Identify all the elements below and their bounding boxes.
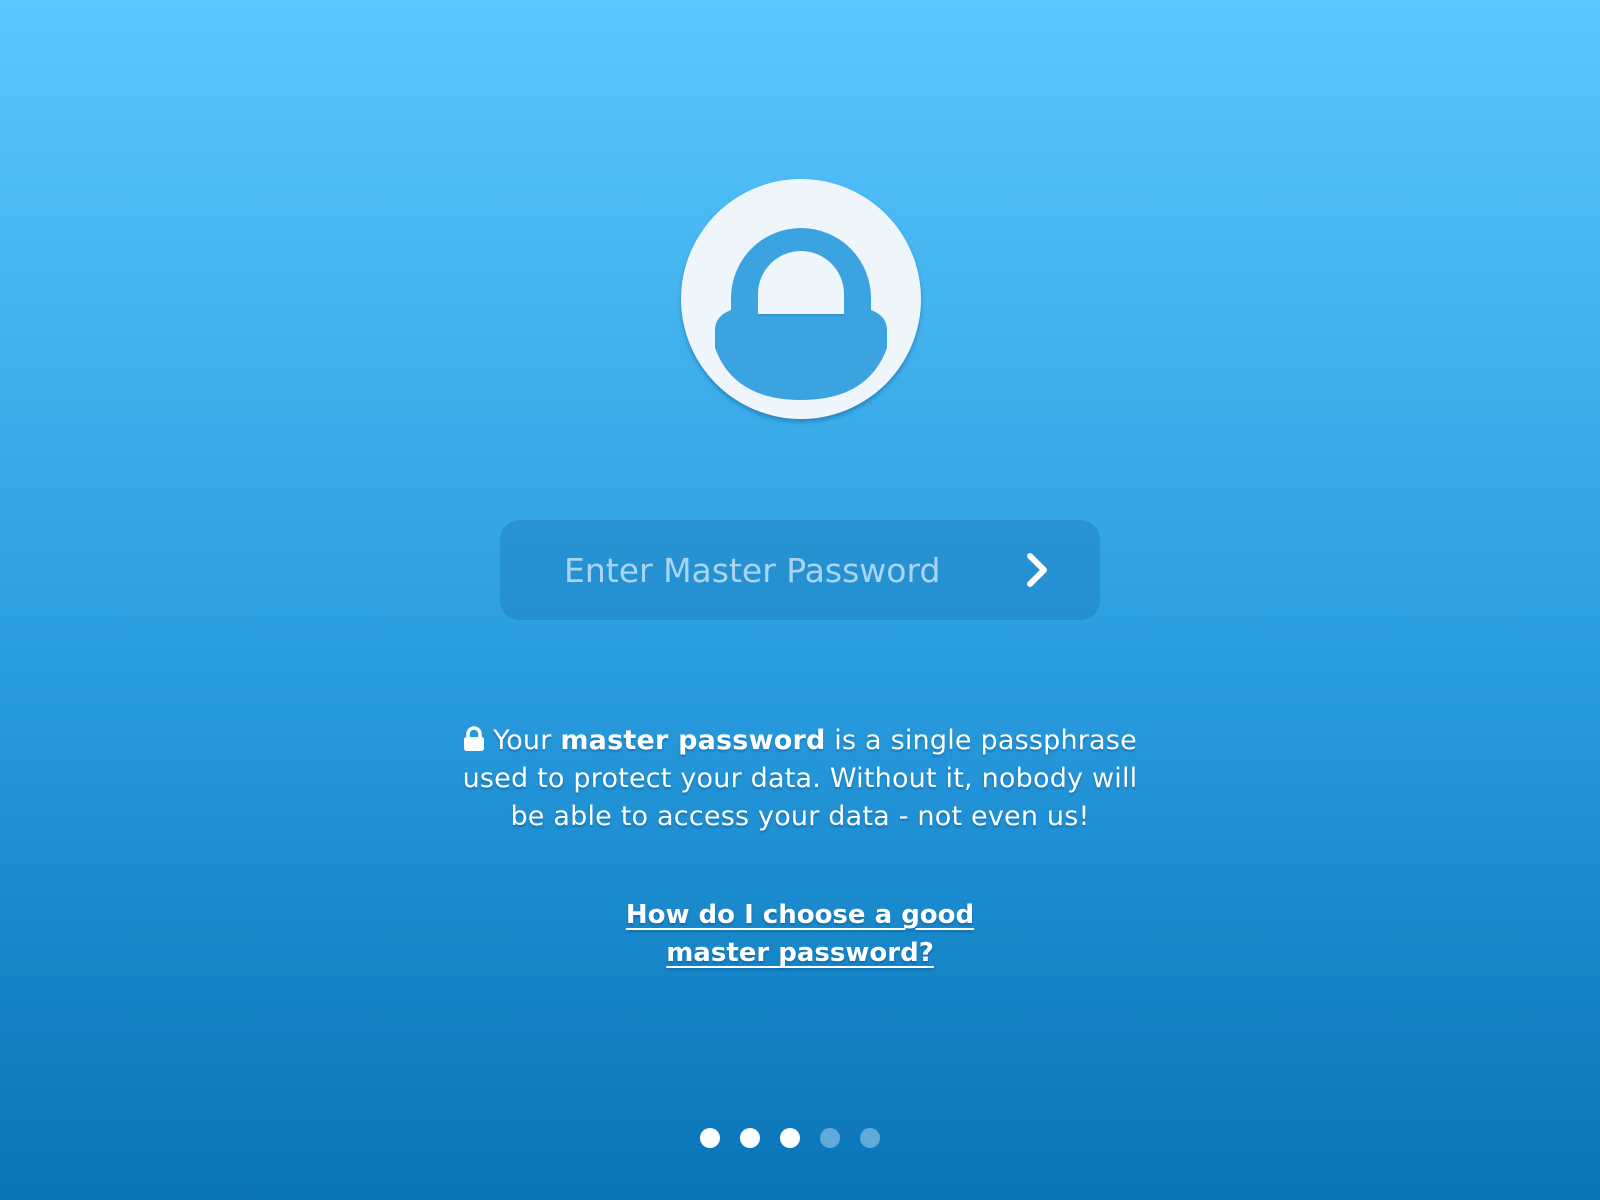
info-text-bold: master password [560,725,826,756]
pagination-dot[interactable] [700,1128,720,1148]
pagination-dot[interactable] [780,1128,800,1148]
master-password-input[interactable] [564,542,994,598]
help-link-line2: master password? [666,938,934,968]
submit-button[interactable] [1008,540,1068,600]
info-text-before: Your [493,725,561,756]
pagination-dot[interactable] [860,1128,880,1148]
help-link-line1: How do I choose a good [625,900,975,930]
pagination-dot[interactable] [820,1128,840,1148]
pagination-dots [700,1128,900,1152]
choose-password-help-link[interactable]: How do I choose a good master password? [600,896,1000,972]
master-password-info: Your master password is a single passphr… [460,722,1140,836]
setup-screen: Your master password is a single passphr… [0,0,1600,1200]
pagination-dot[interactable] [740,1128,760,1148]
master-password-box [500,520,1100,620]
lock-icon [464,726,485,751]
padlock-logo-icon [681,179,921,419]
chevron-right-icon [1027,553,1047,587]
